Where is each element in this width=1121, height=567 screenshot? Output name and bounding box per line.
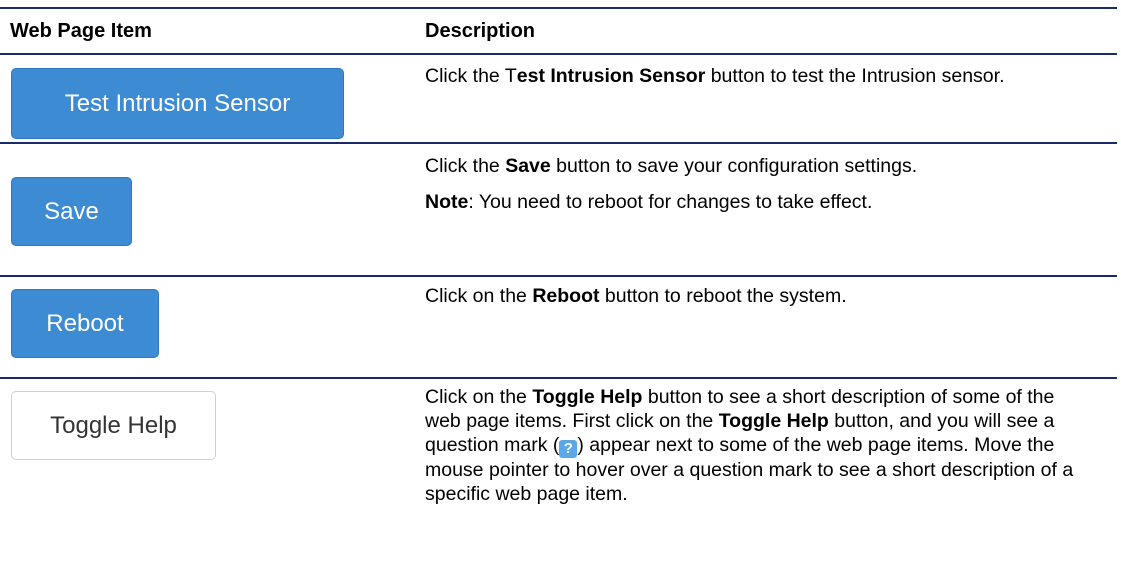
description-cell: Click on the Reboot button to reboot the…: [425, 284, 1085, 308]
reboot-button-label: Reboot: [46, 309, 124, 337]
reboot-button[interactable]: Reboot: [11, 289, 159, 358]
description-cell: Click the Test Intrusion Sensor button t…: [425, 64, 1085, 88]
header-web-page-item: Web Page Item: [10, 20, 152, 42]
toggle-help-button-label: Toggle Help: [50, 411, 177, 439]
table-row-toggle-help: Toggle Help Click on the Toggle Help but…: [0, 379, 1117, 565]
test-intrusion-sensor-button-label: Test Intrusion Sensor: [64, 89, 291, 117]
table-row-save: Save Click the Save button to save your …: [0, 144, 1117, 275]
table-row-test-intrusion-sensor: Test Intrusion Sensor Click the Test Int…: [0, 55, 1117, 142]
test-intrusion-sensor-button[interactable]: Test Intrusion Sensor: [11, 68, 344, 139]
toggle-help-button[interactable]: Toggle Help: [11, 391, 216, 460]
description-text: Click the Save button to save your confi…: [425, 155, 918, 177]
note-text: Note: You need to reboot for changes to …: [425, 191, 873, 213]
table-header-row: Web Page Item Description: [0, 7, 1117, 53]
question-mark-icon: ?: [559, 440, 578, 458]
description-cell: Click the Save button to save your confi…: [425, 154, 1085, 214]
description-text: Click the Test Intrusion Sensor button t…: [425, 65, 1005, 87]
header-description: Description: [425, 20, 536, 42]
description-text: Click on the Toggle Help button to see a…: [425, 386, 1074, 505]
save-button-label: Save: [44, 197, 99, 225]
description-text: Click on the Reboot button to reboot the…: [425, 285, 847, 307]
table-row-reboot: Reboot Click on the Reboot button to reb…: [0, 277, 1117, 377]
description-cell: Click on the Toggle Help button to see a…: [425, 385, 1085, 506]
save-button[interactable]: Save: [11, 177, 132, 246]
